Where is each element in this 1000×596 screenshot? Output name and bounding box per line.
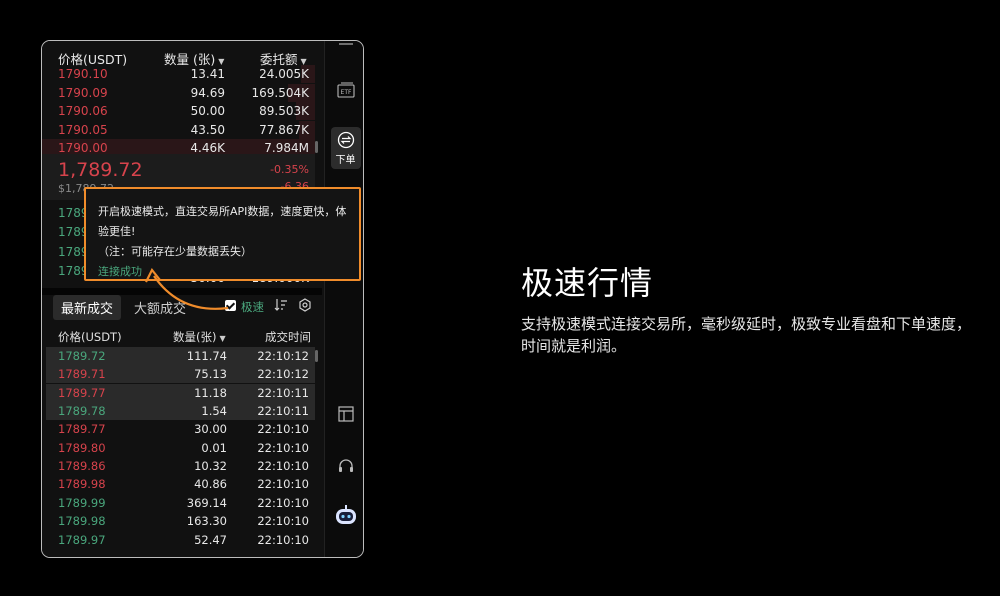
- right-sidebar: ETF 下单: [324, 41, 363, 557]
- etf-button[interactable]: ETF: [325, 81, 363, 99]
- trade-time: 22:10:11: [257, 404, 309, 419]
- ask-amount: 77.867K: [259, 122, 309, 137]
- ask-price: 1790.06: [58, 104, 108, 119]
- trade-row[interactable]: 1789.77 30.00 22:10:10: [46, 420, 315, 438]
- layout-icon[interactable]: [325, 405, 363, 423]
- tooltip-line-1: 开启极速模式，直连交易所API数据，速度更快，体: [98, 205, 347, 218]
- trade-price: 1789.71: [58, 367, 106, 382]
- trade-price: 1789.77: [58, 422, 106, 437]
- trade-price: 1789.98: [58, 514, 106, 529]
- trade-qty: 10.32: [194, 459, 227, 474]
- speed-mode-tooltip: 开启极速模式，直连交易所API数据，速度更快，体 验更佳! （注：可能存在少量数…: [84, 187, 361, 281]
- trade-qty: 1.54: [201, 404, 227, 419]
- trade-price: 1789.97: [58, 532, 106, 547]
- trade-price: 1789.86: [58, 459, 106, 474]
- ask-qty: 50.00: [190, 104, 225, 119]
- feature-title: 极速行情: [521, 264, 654, 302]
- trades-price-header: 价格(USDT): [58, 330, 122, 344]
- tab-latest-trades[interactable]: 最新成交: [53, 295, 122, 320]
- ask-price: 1790.05: [58, 122, 108, 137]
- trade-time: 22:10:10: [257, 514, 309, 529]
- trade-row[interactable]: 1789.71 75.13 22:10:12: [46, 365, 315, 384]
- trades-header: 价格(USDT) 数量(张) ▼ 成交时间: [42, 327, 322, 347]
- order-label: 下单: [335, 155, 356, 166]
- headset-icon[interactable]: [325, 457, 363, 475]
- trade-time: 22:10:10: [257, 495, 309, 510]
- trade-qty: 52.47: [194, 532, 227, 547]
- ask-amount: 89.503K: [259, 104, 309, 119]
- trade-qty: 40.86: [194, 477, 227, 492]
- trade-time: 22:10:10: [257, 440, 309, 455]
- ask-amount: 24.005K: [259, 67, 309, 81]
- trade-time: 22:10:12: [257, 367, 309, 382]
- tooltip-line-2: 验更佳!: [98, 225, 136, 238]
- orderbook-ask-row[interactable]: 1790.05 43.50 77.867K: [42, 120, 315, 139]
- trade-qty: 369.14: [186, 495, 227, 510]
- trade-time: 22:10:12: [257, 349, 309, 363]
- trade-time: 22:10:10: [257, 422, 309, 437]
- trade-row[interactable]: 1789.86 10.32 22:10:10: [46, 457, 315, 475]
- trade-price: 1789.99: [58, 495, 106, 510]
- feature-description: 支持极速模式连接交易所，毫秒级延时，极致专业看盘和下单速度，时间就是利润。: [521, 315, 972, 355]
- trade-row[interactable]: 1789.98 40.86 22:10:10: [46, 475, 315, 493]
- order-button[interactable]: 下单: [325, 131, 363, 166]
- trades-scrollbar[interactable]: [315, 350, 318, 362]
- ask-amount: 169.504K: [251, 85, 310, 100]
- trade-qty: 163.30: [186, 514, 227, 529]
- trade-qty: 30.00: [194, 422, 227, 437]
- ask-qty: 13.41: [190, 67, 225, 81]
- trade-row[interactable]: 1789.97 52.47 22:10:10: [46, 531, 315, 549]
- trade-qty: 11.18: [194, 385, 227, 400]
- trade-row[interactable]: 1789.77 11.18 22:10:11: [46, 383, 315, 402]
- trade-row[interactable]: 1789.98 163.30 22:10:10: [46, 512, 315, 530]
- etf-icon: ETF: [336, 82, 355, 98]
- exchange-icon: [337, 131, 354, 149]
- trade-price: 1789.98: [58, 477, 106, 492]
- orderbook-scrollbar[interactable]: [315, 141, 318, 153]
- trade-row[interactable]: 1789.78 1.54 22:10:11: [46, 402, 315, 421]
- menu-icon[interactable]: [325, 41, 363, 49]
- trade-row[interactable]: 1789.72 111.74 22:10:12: [46, 347, 315, 365]
- ask-price: 1790.10: [58, 67, 108, 81]
- chevron-down-icon: ▼: [219, 334, 226, 343]
- speed-mode-label[interactable]: 极速: [241, 299, 264, 315]
- svg-text:ETF: ETF: [340, 89, 351, 96]
- tooltip-line-3: （注：可能存在少量数据丢失）: [98, 245, 252, 258]
- ask-price: 1790.09: [58, 85, 108, 100]
- trade-time: 22:10:10: [257, 477, 309, 492]
- trade-price: 1789.80: [58, 440, 106, 455]
- last-price: 1,789.72: [58, 159, 143, 181]
- ask-qty: 94.69: [190, 85, 225, 100]
- trade-row[interactable]: 1789.99 369.14 22:10:10: [46, 494, 315, 512]
- trade-time: 22:10:11: [257, 385, 309, 400]
- trades-time-header: 成交时间: [265, 330, 311, 344]
- robot-assistant-icon[interactable]: [325, 505, 363, 527]
- trades-qty-label: 数量(张): [173, 330, 217, 344]
- trade-time: 22:10:10: [257, 532, 309, 547]
- orderbook-ask-row[interactable]: 1790.09 94.69 169.504K: [42, 83, 315, 102]
- orderbook-header: 价格(USDT) 数量 (张) ▼ 委托额 ▼: [42, 47, 322, 67]
- trade-price: 1789.77: [58, 385, 106, 400]
- change-percent: -0.35%: [270, 163, 309, 176]
- trade-row[interactable]: 1789.80 0.01 22:10:10: [46, 439, 315, 457]
- trade-price: 1789.72: [58, 349, 106, 363]
- trade-qty: 0.01: [201, 440, 227, 455]
- ask-qty: 43.50: [190, 122, 225, 137]
- sort-icon[interactable]: [274, 298, 288, 312]
- tooltip-arrow: [145, 268, 229, 310]
- trade-price: 1789.78: [58, 404, 106, 419]
- trades-qty-header[interactable]: 数量(张) ▼: [173, 329, 226, 345]
- gear-icon[interactable]: [298, 298, 312, 312]
- orderbook-ask-row[interactable]: 1790.06 50.00 89.503K: [42, 102, 315, 121]
- trade-qty: 111.74: [186, 349, 227, 363]
- trade-qty: 75.13: [194, 367, 227, 382]
- orderbook-ask-row[interactable]: 1790.10 13.41 24.005K: [42, 65, 315, 83]
- trade-time: 22:10:10: [257, 459, 309, 474]
